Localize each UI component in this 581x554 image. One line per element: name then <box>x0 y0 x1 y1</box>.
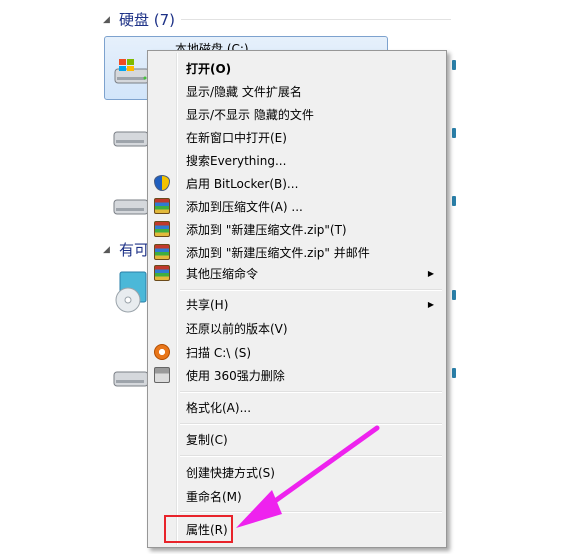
pointer-arrow-annotation <box>236 425 380 528</box>
